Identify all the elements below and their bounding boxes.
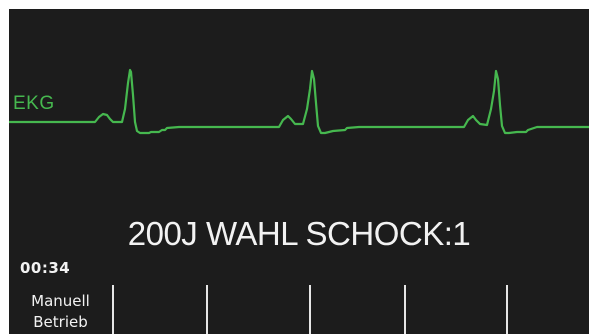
softkey-4[interactable]	[311, 285, 404, 334]
softkey-label-line1: Manuell	[31, 292, 90, 310]
softkey-6[interactable]	[508, 285, 589, 334]
softkey-manual-mode[interactable]: Manuell Betrieb	[9, 285, 112, 334]
softkey-5[interactable]	[406, 285, 506, 334]
softkey-2[interactable]	[114, 285, 206, 334]
shock-status-message: 200J WAHL SCHOCK:1	[127, 215, 471, 252]
softkey-label-line2: Betrieb	[33, 313, 88, 331]
ekg-waveform	[9, 68, 589, 135]
softkey-label: Manuell Betrieb	[9, 291, 112, 333]
elapsed-timer: 00:34	[20, 259, 71, 277]
monitor-screen: EKG 200J WAHL SCHOCK:1 00:34 Manuell Bet…	[9, 9, 589, 334]
softkey-3[interactable]	[208, 285, 309, 334]
ekg-label: EKG	[13, 93, 55, 114]
softkey-bar: Manuell Betrieb	[9, 285, 589, 334]
